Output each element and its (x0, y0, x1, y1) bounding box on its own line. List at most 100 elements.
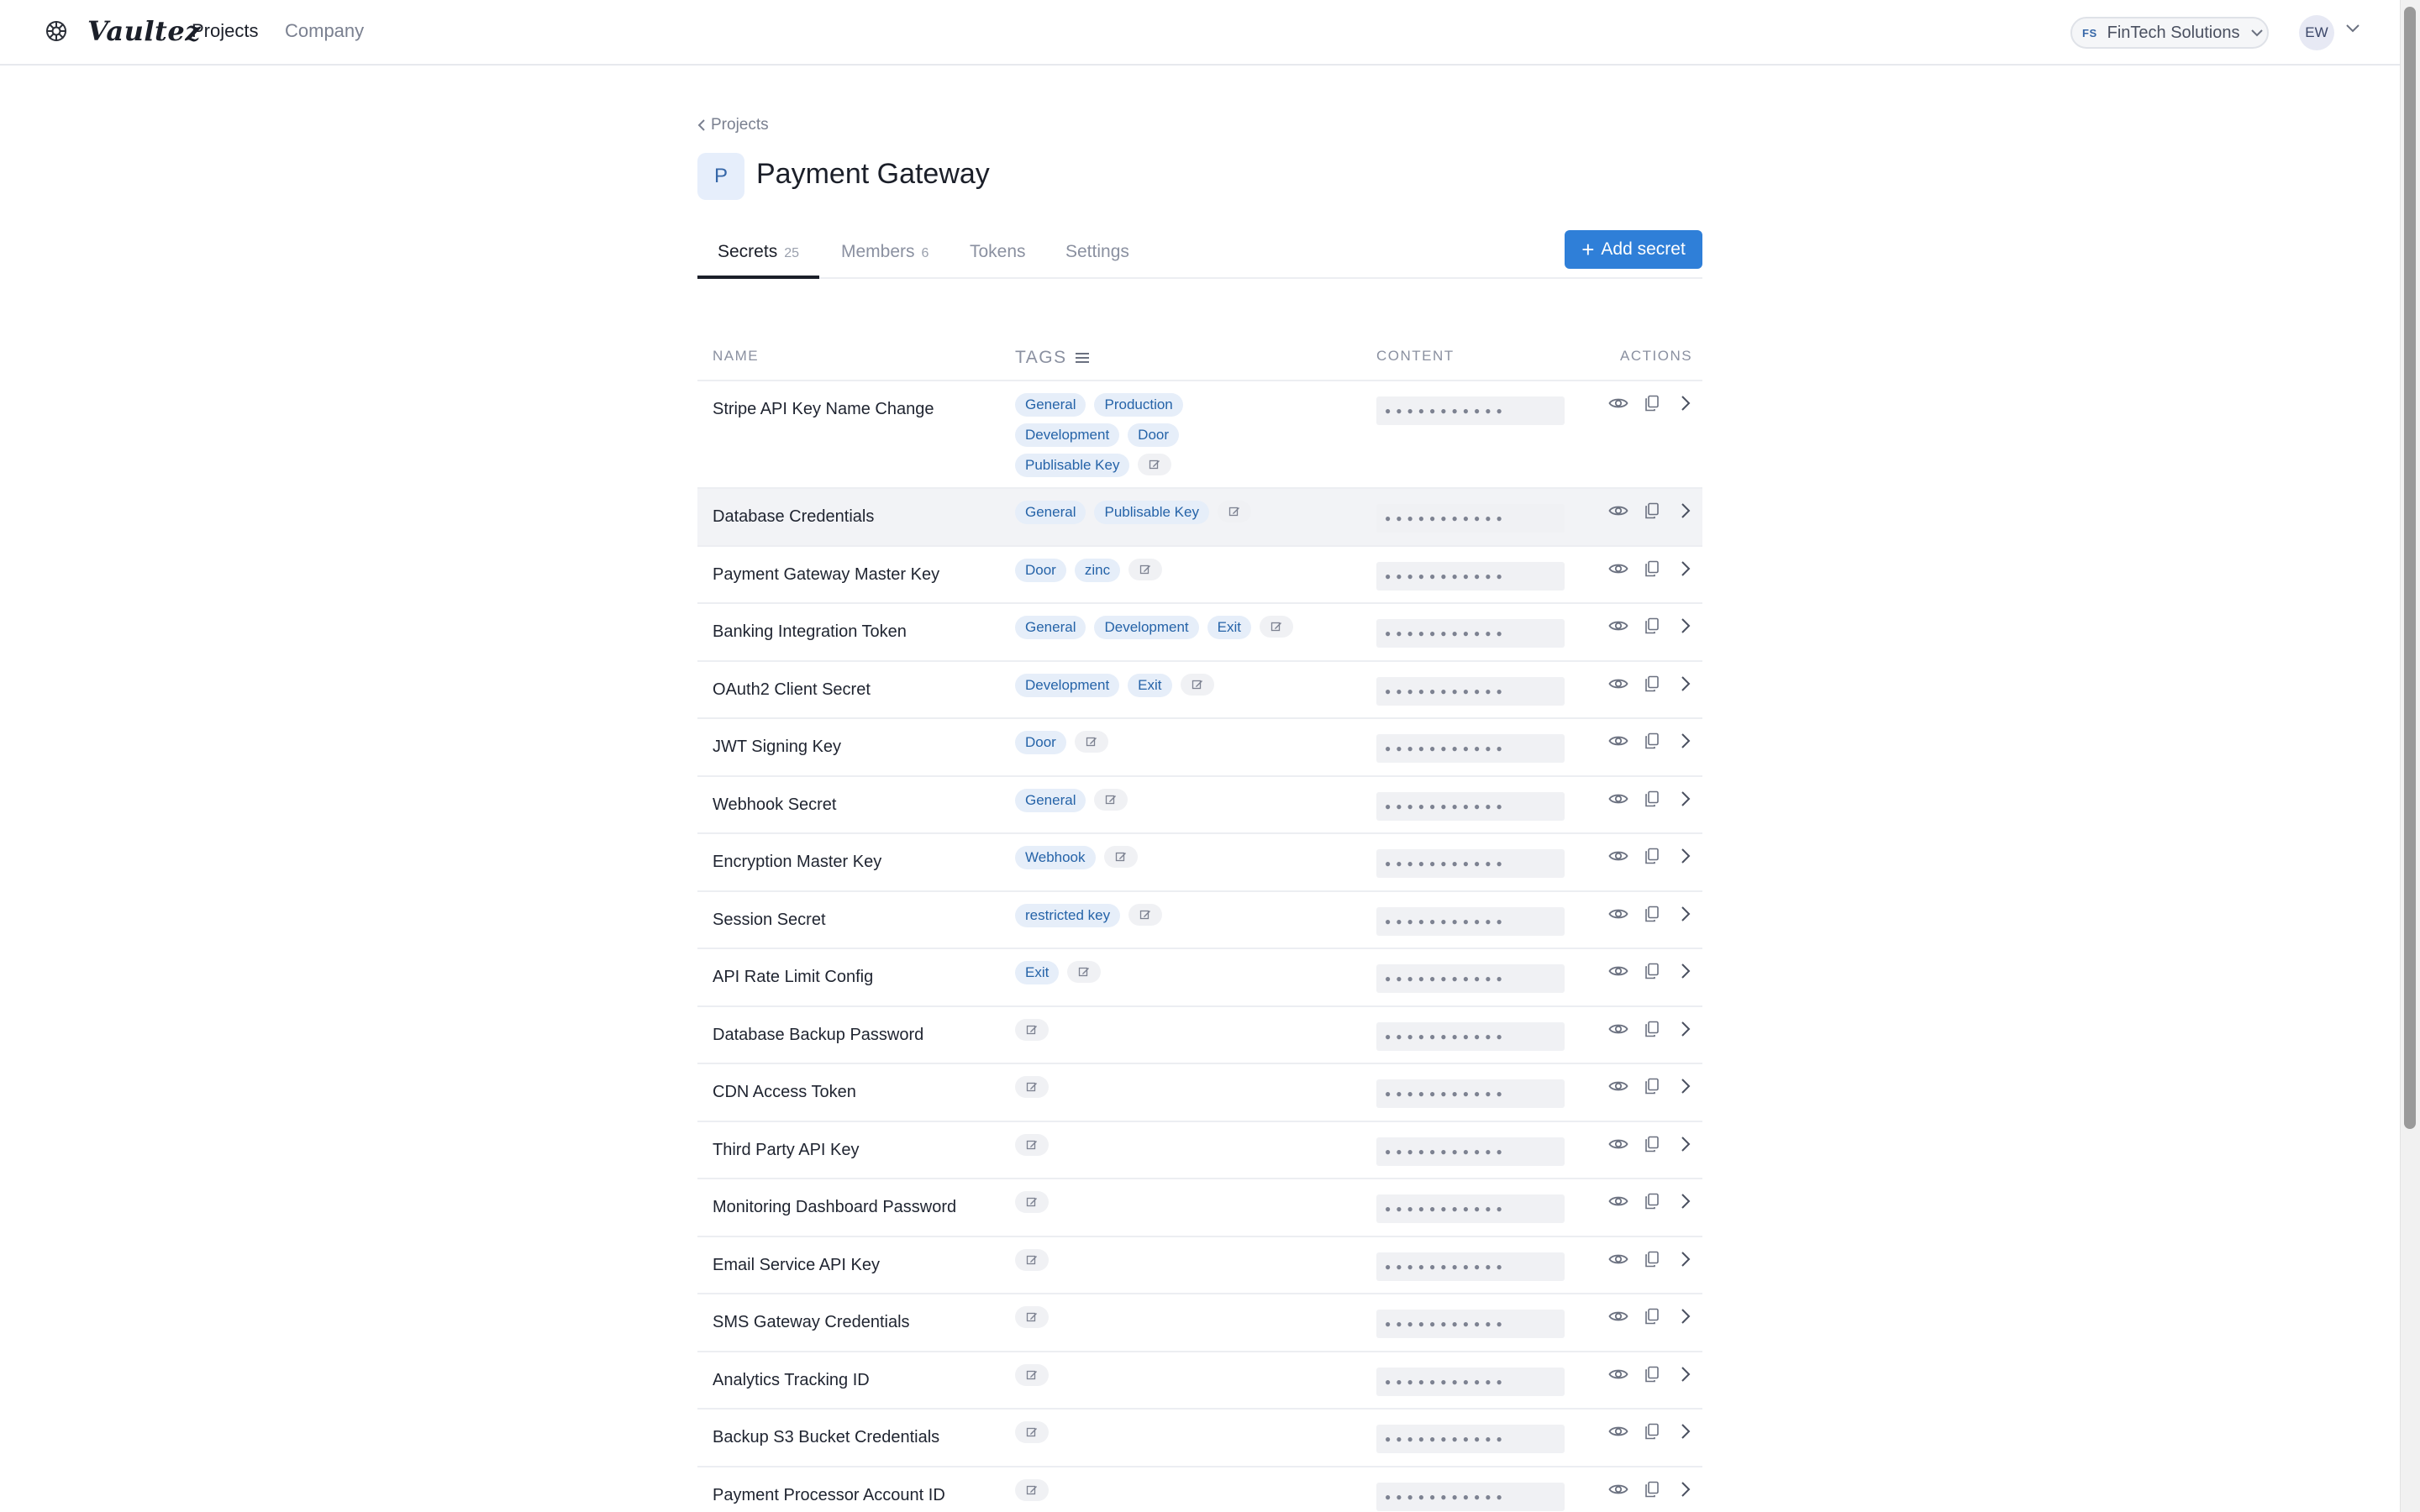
open-secret-button[interactable] (1676, 1479, 1696, 1499)
tag-chip[interactable]: restricted key (1015, 903, 1121, 927)
open-secret-button[interactable] (1676, 846, 1696, 866)
nav-company[interactable]: Company (285, 20, 364, 42)
secret-name[interactable]: Webhook Secret (713, 795, 837, 815)
tag-chip[interactable]: General (1015, 393, 1086, 417)
tag-chip[interactable]: Development (1015, 673, 1120, 697)
reveal-secret-button[interactable] (1608, 731, 1628, 751)
open-secret-button[interactable] (1676, 789, 1696, 809)
tag-chip[interactable]: General (1015, 501, 1086, 524)
reveal-secret-button[interactable] (1608, 616, 1628, 636)
open-secret-button[interactable] (1676, 1191, 1696, 1211)
copy-secret-button[interactable] (1642, 1019, 1662, 1039)
open-secret-button[interactable] (1676, 674, 1696, 694)
edit-tags-button[interactable] (1015, 1363, 1049, 1386)
open-secret-button[interactable] (1676, 393, 1696, 413)
reveal-secret-button[interactable] (1608, 1306, 1628, 1326)
reveal-secret-button[interactable] (1608, 1076, 1628, 1096)
brand-wordmark[interactable]: Vaultez (87, 15, 201, 47)
secret-name[interactable]: Encryption Master Key (713, 853, 881, 872)
copy-secret-button[interactable] (1642, 731, 1662, 751)
table-row[interactable]: Database Credentials General Publisable Ke… (697, 489, 1702, 547)
copy-secret-button[interactable] (1642, 1191, 1662, 1211)
table-row[interactable]: Database Backup Password ●●●●●●●●●●● (697, 1007, 1702, 1064)
copy-secret-button[interactable] (1642, 559, 1662, 579)
vertical-scrollbar[interactable] (2400, 0, 2420, 1512)
copy-secret-button[interactable] (1642, 789, 1662, 809)
table-row[interactable]: CDN Access Token ●●●●●●●●●●● (697, 1064, 1702, 1122)
open-secret-button[interactable] (1676, 961, 1696, 981)
copy-secret-button[interactable] (1642, 1421, 1662, 1441)
tag-chip[interactable]: Door (1015, 731, 1066, 754)
secret-name[interactable]: Third Party API Key (713, 1141, 860, 1160)
user-menu-chevron-icon[interactable] (2344, 24, 2361, 34)
copy-secret-button[interactable] (1642, 1134, 1662, 1154)
edit-tags-button[interactable] (1015, 1018, 1049, 1041)
tab-tokens[interactable]: Tokens (970, 242, 1026, 279)
table-row[interactable]: Session Secret restricted key ●●●●●●●●●●● (697, 892, 1702, 949)
copy-secret-button[interactable] (1642, 846, 1662, 866)
back-to-projects-link[interactable]: Projects (697, 116, 769, 134)
scrollbar-thumb[interactable] (2404, 7, 2416, 1129)
reveal-secret-button[interactable] (1608, 1364, 1628, 1384)
copy-secret-button[interactable] (1642, 1076, 1662, 1096)
secret-name[interactable]: Email Service API Key (713, 1256, 880, 1275)
tag-chip[interactable]: Development (1094, 616, 1199, 639)
secret-name[interactable]: Session Secret (713, 911, 826, 930)
edit-tags-button[interactable] (1015, 1478, 1049, 1501)
add-secret-button[interactable]: + Add secret (1565, 230, 1702, 269)
secret-name[interactable]: Backup S3 Bucket Credentials (713, 1428, 939, 1447)
filter-lines-icon[interactable] (1074, 351, 1091, 365)
table-row[interactable]: Monitoring Dashboard Password ●●●●●●●●●●● (697, 1179, 1702, 1237)
secret-name[interactable]: Banking Integration Token (713, 622, 907, 642)
open-secret-button[interactable] (1676, 1249, 1696, 1269)
edit-tags-button[interactable] (1015, 1306, 1049, 1328)
secret-name[interactable]: Payment Gateway Master Key (713, 565, 939, 585)
nav-projects[interactable]: Projects (192, 20, 258, 42)
table-row[interactable]: Payment Processor Account ID ●●●●●●●●●●● (697, 1467, 1702, 1512)
reveal-secret-button[interactable] (1608, 1249, 1628, 1269)
tag-chip[interactable]: Development (1015, 423, 1120, 447)
edit-tags-button[interactable] (1094, 788, 1128, 811)
copy-secret-button[interactable] (1642, 1479, 1662, 1499)
copy-secret-button[interactable] (1642, 1364, 1662, 1384)
vault-logo-icon[interactable] (44, 18, 69, 44)
reveal-secret-button[interactable] (1608, 1134, 1628, 1154)
open-secret-button[interactable] (1676, 1421, 1696, 1441)
reveal-secret-button[interactable] (1608, 674, 1628, 694)
table-row[interactable]: OAuth2 Client Secret Development Exit ●●●●●… (697, 662, 1702, 719)
tag-chip[interactable]: Door (1015, 558, 1066, 582)
secret-name[interactable]: CDN Access Token (713, 1083, 856, 1102)
edit-tags-button[interactable] (1180, 673, 1214, 696)
tag-chip[interactable]: Exit (1015, 961, 1060, 984)
copy-secret-button[interactable] (1642, 616, 1662, 636)
edit-tags-button[interactable] (1067, 961, 1102, 983)
table-row[interactable]: Webhook Secret General ●●●●●●●●●●● (697, 777, 1702, 834)
edit-tags-button[interactable] (1103, 846, 1138, 868)
reveal-secret-button[interactable] (1608, 961, 1628, 981)
reveal-secret-button[interactable] (1608, 1479, 1628, 1499)
table-row[interactable]: Stripe API Key Name Change General Product… (697, 381, 1702, 489)
tag-chip[interactable]: General (1015, 616, 1086, 639)
edit-tags-button[interactable] (1217, 501, 1251, 522)
secret-name[interactable]: Analytics Tracking ID (713, 1371, 870, 1390)
table-row[interactable]: Third Party API Key ●●●●●●●●●●● (697, 1122, 1702, 1179)
copy-secret-button[interactable] (1642, 961, 1662, 981)
edit-tags-button[interactable] (1015, 1133, 1049, 1156)
copy-secret-button[interactable] (1642, 904, 1662, 924)
reveal-secret-button[interactable] (1608, 1019, 1628, 1039)
open-secret-button[interactable] (1676, 1076, 1696, 1096)
open-secret-button[interactable] (1676, 501, 1696, 521)
open-secret-button[interactable] (1676, 1364, 1696, 1384)
table-row[interactable]: SMS Gateway Credentials ●●●●●●●●●●● (697, 1294, 1702, 1352)
table-row[interactable]: Email Service API Key ●●●●●●●●●●● (697, 1237, 1702, 1294)
edit-tags-button[interactable] (1260, 616, 1293, 638)
tag-chip[interactable]: Door (1128, 423, 1180, 447)
reveal-secret-button[interactable] (1608, 904, 1628, 924)
organization-switcher[interactable]: FS FinTech Solutions (2070, 17, 2269, 49)
table-row[interactable]: Banking Integration Token General Developm… (697, 604, 1702, 662)
reveal-secret-button[interactable] (1608, 789, 1628, 809)
secret-name[interactable]: Stripe API Key Name Change (713, 400, 934, 419)
copy-secret-button[interactable] (1642, 1306, 1662, 1326)
edit-tags-button[interactable] (1015, 1191, 1049, 1213)
reveal-secret-button[interactable] (1608, 1421, 1628, 1441)
